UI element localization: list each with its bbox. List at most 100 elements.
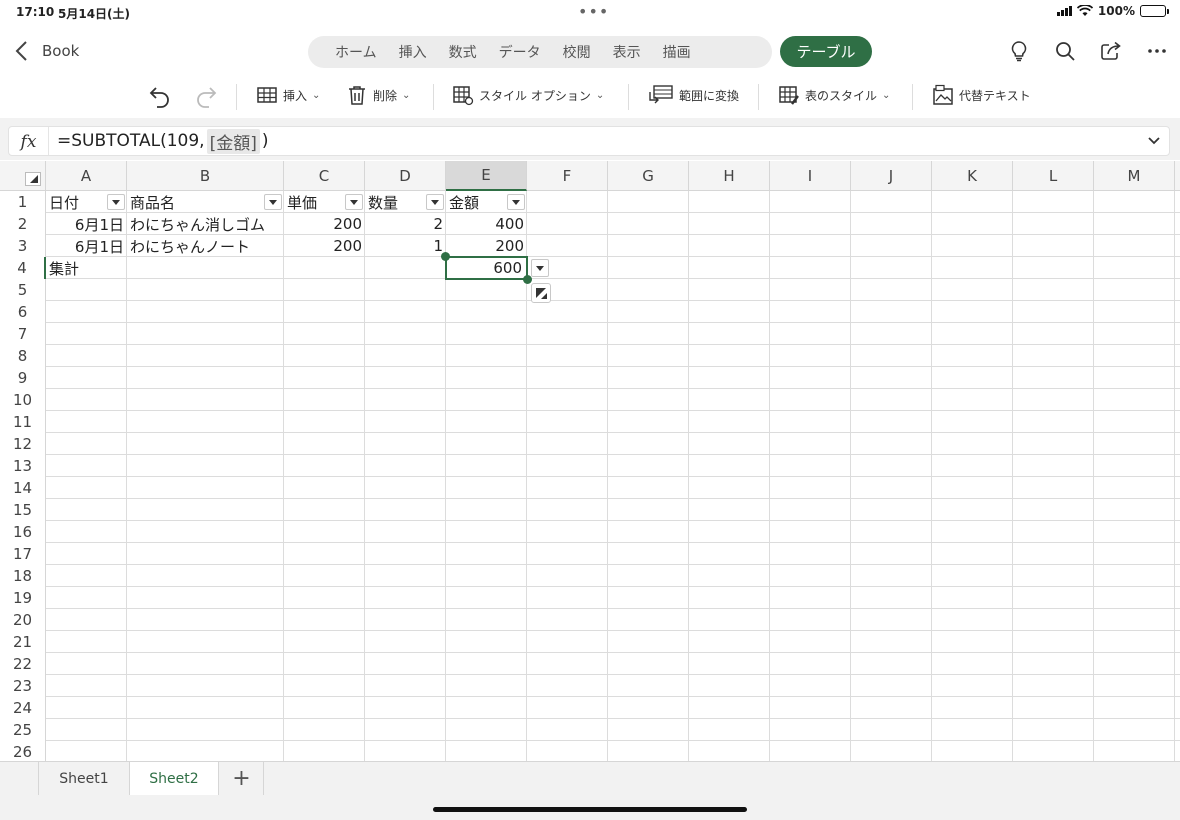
tab-draw[interactable]: 描画 <box>652 42 702 62</box>
column-header-h[interactable]: H <box>689 161 770 191</box>
row-header-10[interactable]: 10 <box>0 389 46 411</box>
lightbulb-icon[interactable] <box>1008 40 1030 62</box>
share-icon[interactable] <box>1100 40 1122 62</box>
tab-home[interactable]: ホーム <box>324 42 388 62</box>
row-header-26[interactable]: 26 <box>0 741 46 761</box>
cell-a4-total-label[interactable]: 集計 <box>46 257 127 279</box>
column-header-k[interactable]: K <box>932 161 1013 191</box>
column-header-g[interactable]: G <box>608 161 689 191</box>
table-header-qty[interactable]: 数量 <box>365 191 425 213</box>
selection-handle-top-left[interactable] <box>441 252 450 261</box>
column-header-a[interactable]: A <box>46 161 127 191</box>
cell-c3[interactable]: 200 <box>284 235 365 257</box>
row-header-7[interactable]: 7 <box>0 323 46 345</box>
row-header-11[interactable]: 11 <box>0 411 46 433</box>
tab-data[interactable]: データ <box>488 42 552 62</box>
ribbon-tabs: ホーム 挿入 数式 データ 校閲 表示 描画 <box>308 36 772 68</box>
row-header-22[interactable]: 22 <box>0 653 46 675</box>
row-header-8[interactable]: 8 <box>0 345 46 367</box>
row-header-21[interactable]: 21 <box>0 631 46 653</box>
select-all-button[interactable] <box>0 161 46 191</box>
column-header-i[interactable]: I <box>770 161 851 191</box>
row-header-13[interactable]: 13 <box>0 455 46 477</box>
row-header-2[interactable]: 2 <box>0 213 46 235</box>
tab-table[interactable]: テーブル <box>780 36 872 67</box>
filter-button-qty[interactable] <box>426 194 444 210</box>
redo-icon <box>197 87 217 108</box>
more-icon[interactable] <box>1146 40 1168 62</box>
tab-review[interactable]: 校閲 <box>552 42 602 62</box>
row-header-1[interactable]: 1 <box>0 191 46 213</box>
row-header-19[interactable]: 19 <box>0 587 46 609</box>
table-header-product[interactable]: 商品名 <box>127 191 261 213</box>
row-header-17[interactable]: 17 <box>0 543 46 565</box>
wifi-icon <box>1076 5 1093 16</box>
total-function-dropdown[interactable] <box>531 259 549 277</box>
row-header-18[interactable]: 18 <box>0 565 46 587</box>
function-icon[interactable]: fx <box>9 127 49 155</box>
column-header-e[interactable]: E <box>446 161 527 191</box>
convert-to-range-button[interactable]: 範囲に変換 <box>648 84 739 106</box>
formula-input[interactable]: =SUBTOTAL(109, [金額] ) <box>49 128 268 154</box>
row-header-23[interactable]: 23 <box>0 675 46 697</box>
cell-d3[interactable]: 1 <box>365 235 446 257</box>
sheet-tab-sheet2[interactable]: Sheet2 <box>129 762 219 795</box>
delete-button[interactable]: 削除 ⌄ <box>346 84 410 106</box>
table-header-price[interactable]: 単価 <box>284 191 344 213</box>
formula-bar[interactable]: fx =SUBTOTAL(109, [金額] ) <box>8 126 1170 156</box>
row-header-5[interactable]: 5 <box>0 279 46 301</box>
spreadsheet-grid[interactable]: A B C D E F G H I J K L M 1 2 3 4 5 6 7 … <box>0 161 1180 761</box>
filter-button-price[interactable] <box>345 194 363 210</box>
row-header-14[interactable]: 14 <box>0 477 46 499</box>
column-header-j[interactable]: J <box>851 161 932 191</box>
table-header-date[interactable]: 日付 <box>46 191 106 213</box>
search-icon[interactable] <box>1054 40 1076 62</box>
alt-text-button[interactable]: 代替テキスト <box>932 84 1031 106</box>
row-header-24[interactable]: 24 <box>0 697 46 719</box>
column-header-l[interactable]: L <box>1013 161 1094 191</box>
column-header-f[interactable]: F <box>527 161 608 191</box>
row-header-20[interactable]: 20 <box>0 609 46 631</box>
row-header-3[interactable]: 3 <box>0 235 46 257</box>
row-header-9[interactable]: 9 <box>0 367 46 389</box>
undo-icon[interactable] <box>148 84 172 108</box>
row-header-16[interactable]: 16 <box>0 521 46 543</box>
column-header-n[interactable] <box>1175 161 1180 191</box>
cell-b3[interactable]: わにちゃんノート <box>127 235 284 257</box>
cell-d2[interactable]: 2 <box>365 213 446 235</box>
table-header-amount[interactable]: 金額 <box>446 191 506 213</box>
column-header-d[interactable]: D <box>365 161 446 191</box>
cell-c2[interactable]: 200 <box>284 213 365 235</box>
filter-button-amount[interactable] <box>507 194 525 210</box>
cell-e2[interactable]: 400 <box>446 213 527 235</box>
tab-formulas[interactable]: 数式 <box>438 42 488 62</box>
add-sheet-button[interactable]: + <box>220 762 264 795</box>
expand-formula-icon[interactable] <box>1147 134 1161 148</box>
quick-analysis-icon[interactable] <box>531 283 551 303</box>
back-button[interactable]: Book <box>14 40 79 62</box>
cell-a2[interactable]: 6月1日 <box>46 213 127 235</box>
cell-b2[interactable]: わにちゃん消しゴム <box>127 213 284 235</box>
cellular-signal-icon <box>1056 6 1072 16</box>
row-header-4[interactable]: 4 <box>0 257 46 279</box>
row-header-15[interactable]: 15 <box>0 499 46 521</box>
cell-selection <box>445 256 528 280</box>
filter-button-product[interactable] <box>264 194 282 210</box>
column-header-b[interactable]: B <box>127 161 284 191</box>
style-options-button[interactable]: スタイル オプション ⌄ <box>452 84 604 106</box>
cell-e3[interactable]: 200 <box>446 235 527 257</box>
table-style-button[interactable]: 表のスタイル ⌄ <box>778 84 890 106</box>
column-header-m[interactable]: M <box>1094 161 1175 191</box>
insert-table-button[interactable]: 挿入 ⌄ <box>256 84 320 106</box>
cell-a3[interactable]: 6月1日 <box>46 235 127 257</box>
chevron-left-icon <box>15 41 27 61</box>
row-header-12[interactable]: 12 <box>0 433 46 455</box>
row-header-6[interactable]: 6 <box>0 301 46 323</box>
tab-insert[interactable]: 挿入 <box>388 42 438 62</box>
row-header-25[interactable]: 25 <box>0 719 46 741</box>
column-header-c[interactable]: C <box>284 161 365 191</box>
multitask-dots-icon[interactable]: ••• <box>578 2 609 21</box>
sheet-tab-sheet1[interactable]: Sheet1 <box>38 762 130 795</box>
tab-view[interactable]: 表示 <box>602 42 652 62</box>
filter-button-date[interactable] <box>107 194 125 210</box>
